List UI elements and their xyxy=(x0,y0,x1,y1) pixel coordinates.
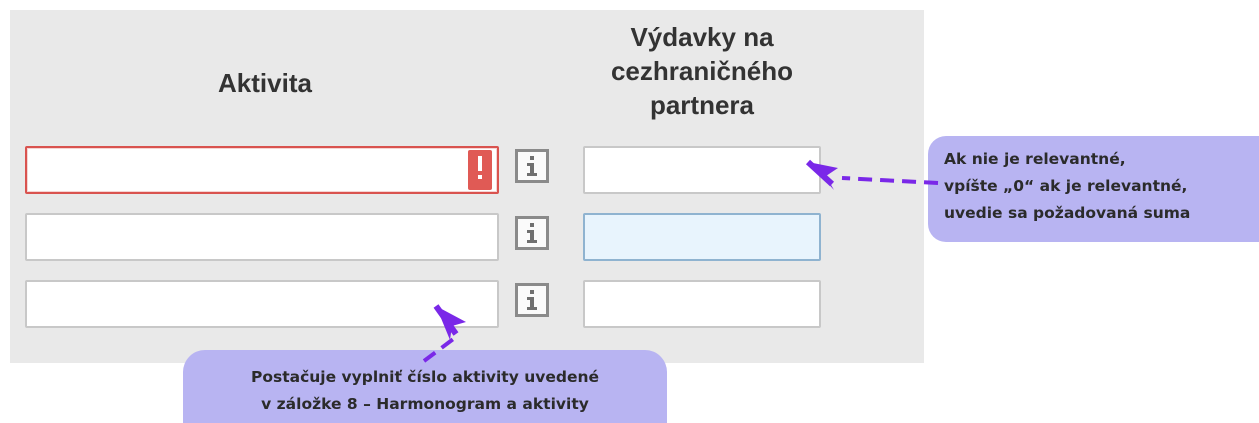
expenses-hint-line-1: Ak nie je relevantné, xyxy=(944,150,1126,168)
info-button-row-3[interactable] xyxy=(515,283,549,317)
error-indicator xyxy=(468,150,492,190)
info-icon xyxy=(523,222,541,244)
activity-column-header: Aktivita xyxy=(218,68,312,98)
activity-hint-callout: Postačuje vyplniť číslo aktivity uvedené… xyxy=(183,350,667,423)
info-button-row-2[interactable] xyxy=(515,216,549,250)
expenses-hint-callout: Ak nie je relevantné, vpíšte „0“ ak je r… xyxy=(928,136,1259,242)
activity-input-row-2[interactable] xyxy=(25,213,499,261)
info-button-row-1[interactable] xyxy=(515,149,549,183)
info-icon xyxy=(523,289,541,311)
expenses-hint-line-3: uvedie sa požadovaná suma xyxy=(944,204,1191,222)
activity-hint-line-2: v záložke 8 – Harmonogram a aktivity xyxy=(261,395,589,413)
expenses-input-row-3[interactable] xyxy=(583,280,821,328)
expenses-input-row-1[interactable] xyxy=(583,146,821,194)
info-icon xyxy=(523,155,541,177)
screen: Aktivita Výdavky na cezhraničného partne… xyxy=(0,0,1259,423)
activity-hint-line-1: Postačuje vyplniť číslo aktivity uvedené xyxy=(250,368,600,386)
exclamation-icon xyxy=(476,155,484,185)
expenses-input-row-2[interactable] xyxy=(583,213,821,261)
activity-input-row-3[interactable] xyxy=(25,280,499,328)
expenses-column-header: Výdavky na cezhraničného partnera xyxy=(610,22,794,120)
expenses-hint-line-2: vpíšte „0“ ak je relevantné, xyxy=(944,177,1188,195)
activity-input-row-1[interactable] xyxy=(25,146,499,194)
